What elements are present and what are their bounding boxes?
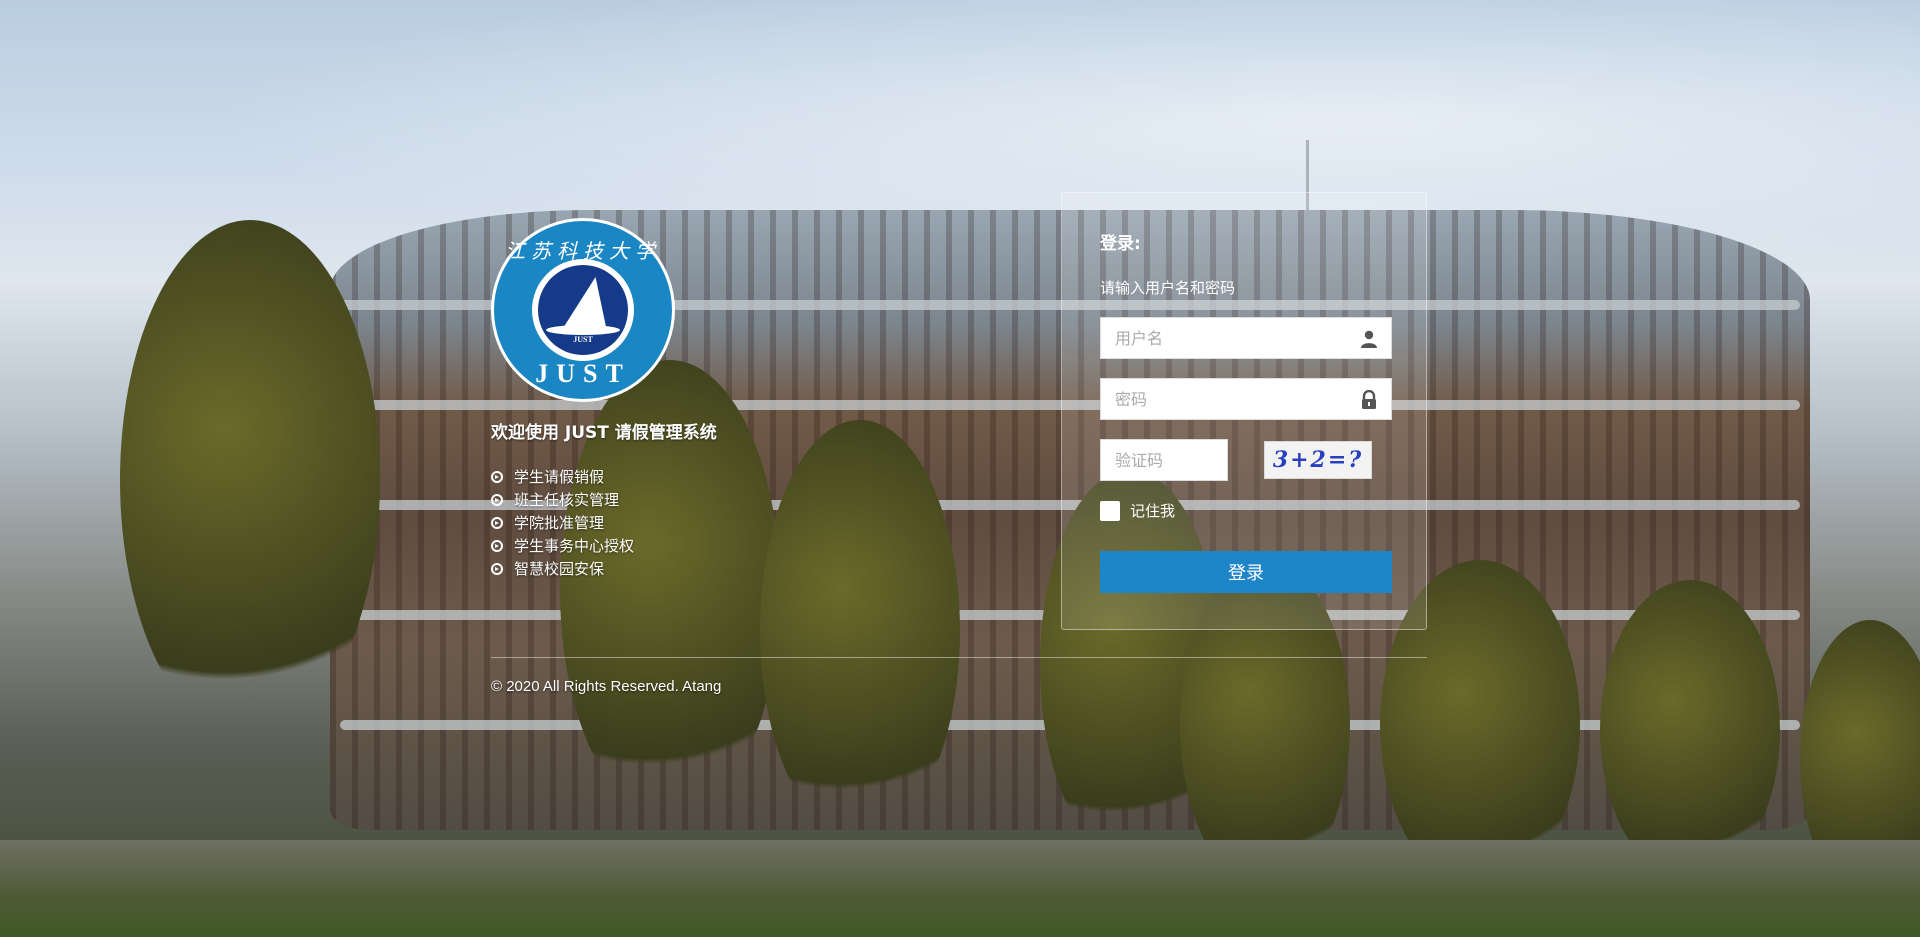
- university-logo: 江苏科技大学 JUST JUST: [491, 218, 675, 402]
- circle-arrow-right-icon: [491, 562, 503, 575]
- login-panel: 登录: 请输入用户名和密码 3+2=? 记住我 登录: [1061, 192, 1427, 630]
- logo-sail: JUST: [538, 265, 628, 355]
- captcha-input[interactable]: [1101, 440, 1225, 480]
- logo-en-text: JUST: [535, 359, 631, 388]
- remember-me[interactable]: 记住我: [1100, 500, 1175, 521]
- feature-item: 学院批准管理: [491, 511, 871, 534]
- circle-arrow-right-icon: [491, 539, 503, 552]
- background-tree: [120, 220, 380, 740]
- wave-icon: [546, 325, 620, 335]
- circle-arrow-right-icon: [491, 470, 503, 483]
- circle-arrow-right-icon: [491, 516, 503, 529]
- feature-item: 学生事务中心授权: [491, 534, 871, 557]
- password-input[interactable]: [1101, 379, 1355, 419]
- login-page: 江苏科技大学 JUST JUST 欢迎使用 JUST 请假管理系统 学生请假销假…: [0, 0, 1920, 937]
- remember-label: 记住我: [1130, 502, 1176, 520]
- circle-arrow-right-icon: [491, 493, 503, 506]
- welcome-heading: 欢迎使用 JUST 请假管理系统: [491, 423, 717, 443]
- feature-label: 学生请假销假: [514, 468, 605, 486]
- user-icon: [1361, 330, 1377, 348]
- username-field[interactable]: [1100, 317, 1392, 359]
- sail-icon: [562, 277, 618, 329]
- username-input[interactable]: [1101, 318, 1355, 358]
- background-ground: [0, 840, 1920, 937]
- password-field[interactable]: [1100, 378, 1392, 420]
- feature-label: 班主任核实管理: [514, 491, 620, 509]
- login-button[interactable]: 登录: [1100, 551, 1392, 593]
- login-hint: 请输入用户名和密码: [1100, 279, 1236, 297]
- feature-item: 智慧校园安保: [491, 557, 871, 580]
- background-tree: [1600, 580, 1780, 880]
- login-title: 登录:: [1100, 234, 1141, 254]
- feature-label: 智慧校园安保: [514, 560, 605, 578]
- feature-item: 班主任核实管理: [491, 488, 871, 511]
- feature-item: 学生请假销假: [491, 465, 871, 488]
- captcha-image[interactable]: 3+2=?: [1264, 441, 1372, 479]
- feature-list: 学生请假销假 班主任核实管理 学院批准管理 学生事务中心授权 智慧校园安保: [491, 465, 871, 580]
- logo-emblem: JUST: [532, 259, 634, 361]
- logo-small-text: JUST: [573, 335, 593, 344]
- copyright-text: © 2020 All Rights Reserved. Atang: [491, 678, 722, 695]
- intro-section: 江苏科技大学 JUST JUST 欢迎使用 JUST 请假管理系统 学生请假销假…: [491, 218, 871, 580]
- feature-label: 学院批准管理: [514, 514, 605, 532]
- remember-checkbox[interactable]: [1100, 500, 1120, 521]
- footer-divider: [491, 657, 1427, 658]
- captcha-field[interactable]: [1100, 439, 1228, 481]
- feature-label: 学生事务中心授权: [514, 537, 635, 555]
- lock-icon: [1362, 390, 1376, 409]
